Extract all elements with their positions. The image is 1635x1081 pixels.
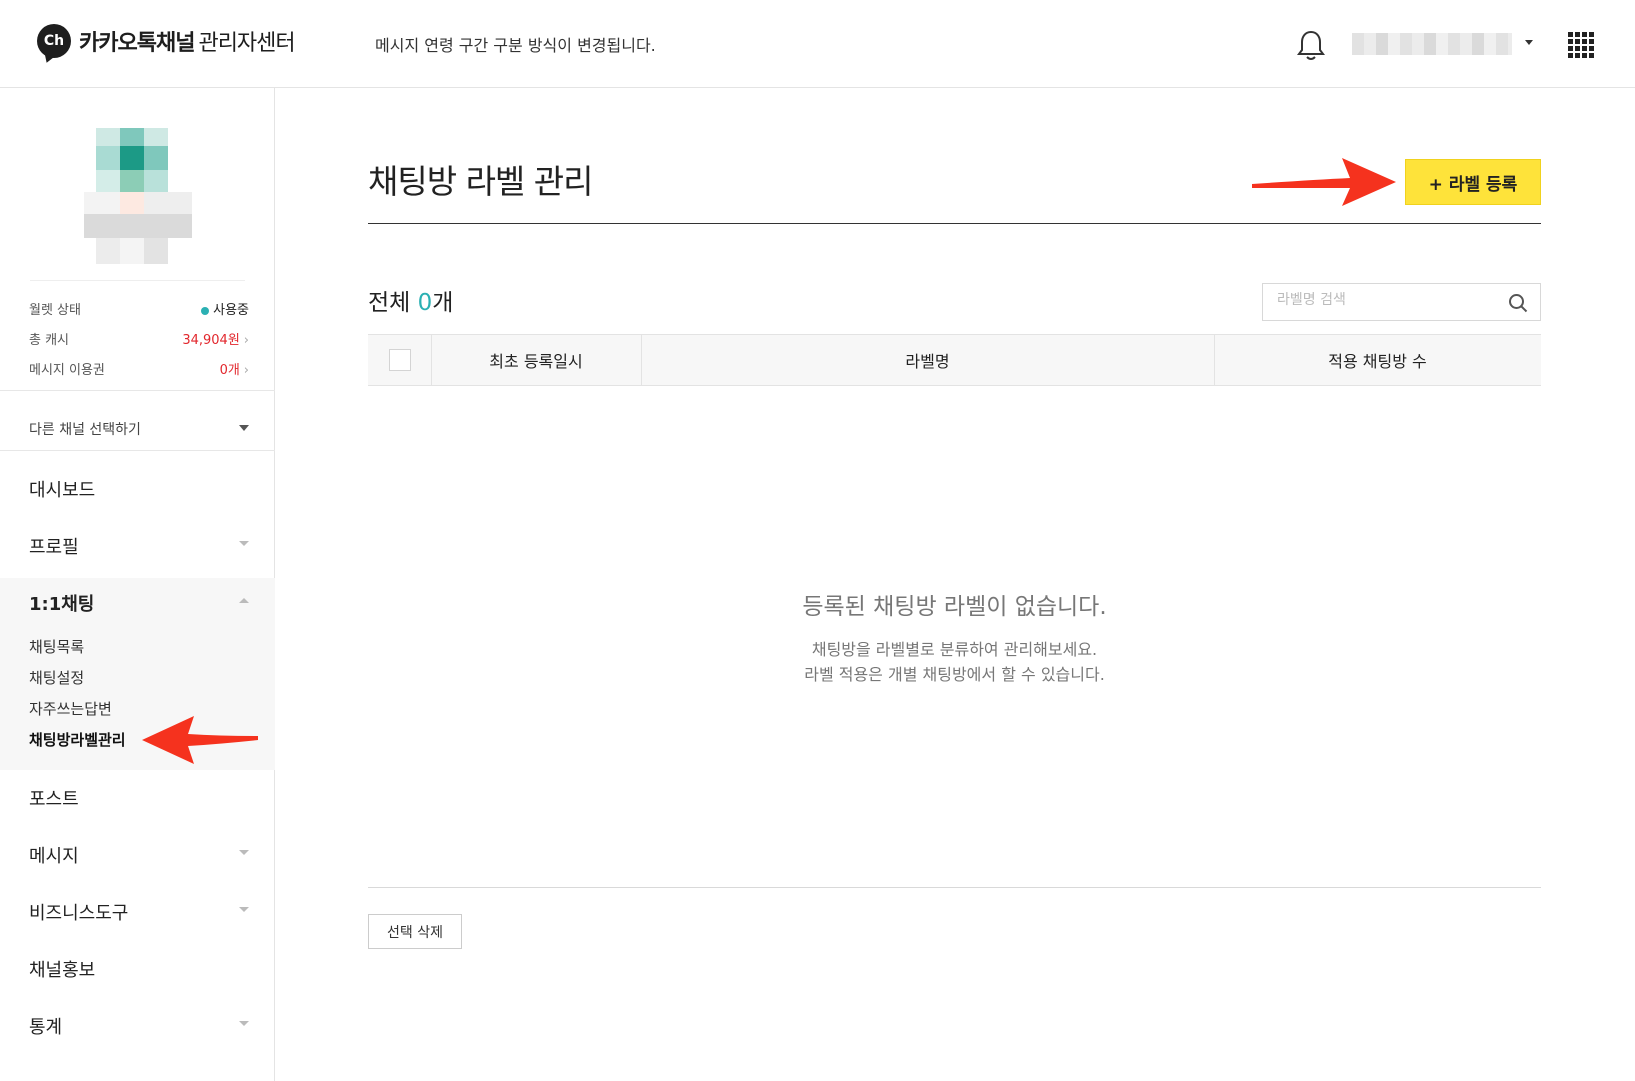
channel-avatar bbox=[84, 128, 192, 264]
caret-down-icon bbox=[239, 1021, 249, 1026]
account-caret-icon[interactable] bbox=[1525, 40, 1533, 45]
delete-selected-button[interactable]: 선택 삭제 bbox=[368, 914, 462, 949]
bell-icon[interactable] bbox=[1296, 28, 1326, 62]
total-cash-value: 34,904원 bbox=[182, 333, 240, 348]
annotation-arrow-icon bbox=[142, 716, 258, 764]
menu-post[interactable]: 포스트 bbox=[29, 785, 249, 811]
caret-down-icon bbox=[239, 425, 249, 431]
table-header: 최초 등록일시 라벨명 적용 채팅방 수 bbox=[368, 334, 1541, 386]
menu-chat[interactable]: 1:1채팅 bbox=[29, 590, 249, 616]
annotation-arrow-icon bbox=[1252, 158, 1396, 206]
menu-message[interactable]: 메시지 bbox=[29, 842, 249, 868]
caret-up-icon bbox=[239, 598, 249, 603]
column-applied-rooms[interactable]: 적용 채팅방 수 bbox=[1214, 335, 1541, 385]
empty-state-desc-2: 라벨 적용은 개별 채팅방에서 할 수 있습니다. bbox=[804, 665, 1105, 684]
logo-sub-text: 관리자센터 bbox=[198, 31, 295, 56]
wallet-status-row: 월렛 상태 사용중 bbox=[29, 303, 249, 318]
column-label-name[interactable]: 라벨명 bbox=[641, 335, 1214, 385]
logo-main-text: 카카오톡채널 bbox=[79, 31, 195, 56]
chevron-right-icon: › bbox=[243, 363, 249, 378]
menu-stats[interactable]: 통계 bbox=[29, 1013, 249, 1039]
voucher-count: 0개 bbox=[219, 363, 240, 378]
label-search-box bbox=[1262, 283, 1541, 321]
status-dot-icon bbox=[201, 306, 210, 315]
sidebar: 월렛 상태 사용중 총 캐시 34,904원 › 메시지 이용권 0개 › 다른 채… bbox=[0, 88, 275, 1081]
total-cash-row[interactable]: 총 캐시 34,904원 › bbox=[29, 329, 249, 348]
submenu-faq-replies[interactable]: 자주쓰는답변 bbox=[29, 698, 112, 719]
empty-state-desc-1: 채팅방을 라벨별로 분류하여 관리해보세요. bbox=[811, 640, 1098, 659]
chevron-right-icon: › bbox=[243, 333, 249, 348]
other-channel-select[interactable]: 다른 채널 선택하기 bbox=[29, 419, 249, 439]
notice-link[interactable]: 메시지 연령 구간 구분 방식이 변경됩니다. bbox=[375, 32, 656, 56]
column-created-at[interactable]: 최초 등록일시 bbox=[431, 335, 641, 385]
caret-down-icon bbox=[239, 907, 249, 912]
caret-down-icon bbox=[239, 850, 249, 855]
message-voucher-row[interactable]: 메시지 이용권 0개 › bbox=[29, 359, 249, 378]
menu-profile[interactable]: 프로필 bbox=[29, 533, 249, 559]
total-count: 전체 0개 bbox=[368, 290, 454, 316]
menu-dashboard[interactable]: 대시보드 bbox=[29, 476, 249, 502]
total-count-number: 0 bbox=[417, 290, 433, 316]
logo[interactable]: Ch 카카오톡채널 관리자센터 bbox=[37, 24, 296, 58]
select-all-checkbox[interactable] bbox=[388, 349, 411, 371]
menu-channel-promotion[interactable]: 채널홍보 bbox=[29, 956, 249, 982]
label-search-input[interactable] bbox=[1277, 292, 1497, 308]
page-title: 채팅방 라벨 관리 bbox=[368, 162, 593, 201]
search-icon[interactable] bbox=[1508, 293, 1528, 313]
kakao-channel-logo-icon: Ch bbox=[37, 24, 71, 58]
account-name[interactable] bbox=[1352, 33, 1512, 55]
submenu-chatroom-label[interactable]: 채팅방라벨관리 bbox=[29, 729, 126, 750]
submenu-chat-settings[interactable]: 채팅설정 bbox=[29, 667, 84, 688]
caret-down-icon bbox=[239, 541, 249, 546]
submenu-chat-list[interactable]: 채팅목록 bbox=[29, 636, 84, 657]
menu-business-tools[interactable]: 비즈니스도구 bbox=[29, 899, 249, 925]
add-label-button[interactable]: + 라벨 등록 bbox=[1405, 159, 1541, 205]
top-header: Ch 카카오톡채널 관리자센터 메시지 연령 구간 구분 방식이 변경됩니다. bbox=[0, 0, 1635, 88]
empty-state-title: 등록된 채팅방 라벨이 없습니다. bbox=[802, 594, 1107, 620]
wallet-status-value: 사용중 bbox=[213, 303, 249, 318]
apps-grid-icon[interactable] bbox=[1568, 32, 1594, 58]
